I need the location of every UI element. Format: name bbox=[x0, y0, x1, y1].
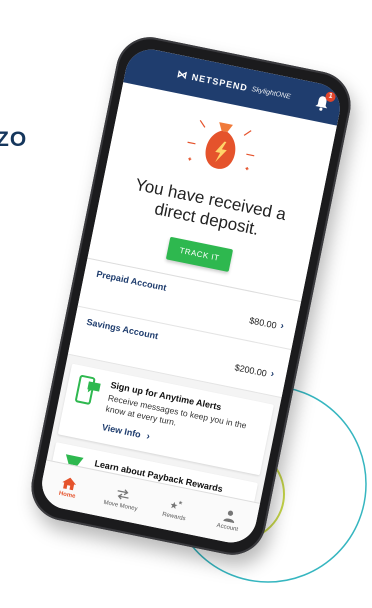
account-balance-group: $200.00 › bbox=[234, 361, 275, 380]
phone-message-icon bbox=[75, 375, 101, 405]
nav-label: Rewards bbox=[161, 511, 187, 522]
brand-name: NETSPEND bbox=[190, 71, 249, 94]
track-it-button[interactable]: TRACK IT bbox=[165, 236, 234, 273]
nav-label: Account bbox=[216, 522, 239, 533]
nav-move-money[interactable]: Move Money bbox=[95, 483, 148, 514]
chevron-right-icon: › bbox=[279, 320, 285, 332]
brand-subtitle: SkylightONE bbox=[250, 85, 292, 101]
account-balance: $200.00 bbox=[233, 361, 268, 379]
nav-rewards[interactable]: Rewards bbox=[149, 494, 202, 525]
stars-icon bbox=[171, 500, 184, 509]
nav-label: Home bbox=[58, 490, 76, 500]
person-icon bbox=[223, 510, 234, 523]
notification-bell-icon[interactable]: 1 bbox=[314, 90, 337, 112]
account-name: Prepaid Account bbox=[95, 268, 168, 293]
chevron-right-icon: › bbox=[145, 431, 151, 443]
money-bag-icon bbox=[187, 119, 255, 171]
view-info-label: View Info bbox=[101, 422, 142, 440]
nav-account[interactable]: Account bbox=[202, 505, 255, 536]
netspend-logo-icon: ⋈ bbox=[176, 68, 190, 82]
account-balance-group: $80.00 › bbox=[248, 314, 285, 332]
nav-home[interactable]: Home bbox=[42, 472, 95, 503]
nav-label: Move Money bbox=[103, 499, 138, 513]
deposit-message-title: You have received a direct deposit. bbox=[133, 174, 288, 239]
transfer-icon bbox=[117, 488, 129, 500]
home-icon bbox=[62, 477, 77, 490]
account-name: Savings Account bbox=[85, 316, 160, 342]
chevron-right-icon: › bbox=[269, 368, 276, 381]
account-balance: $80.00 bbox=[248, 314, 278, 331]
